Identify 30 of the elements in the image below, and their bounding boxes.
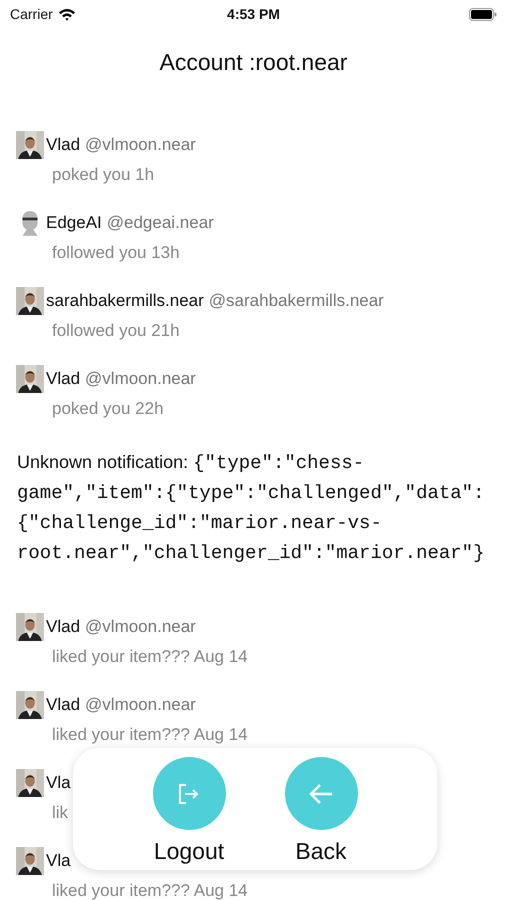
user-name: Vlad <box>46 617 80 637</box>
user-handle: @edgeai.near <box>106 213 214 233</box>
notification-text: poked you 22h <box>51 398 164 420</box>
clock-time: 4:53 PM <box>227 6 280 22</box>
user-handle: @vlmoon.near <box>85 695 196 715</box>
notification-text: liked your item??? Aug 14 <box>51 724 248 746</box>
user-handle: @vlmoon.near <box>85 135 196 155</box>
notification-text: followed you 21h <box>51 320 180 342</box>
user-name: Vla <box>46 851 71 871</box>
notification-text: Unknown notification: {"type":"chess-game","item":{"type":"challenged","data":{"challenge_id":"marior.near-vs-root.near","challenger_id":"marior.near"} <box>17 451 486 566</box>
carrier-label: Carrier <box>10 6 53 22</box>
back-arrow-icon <box>308 782 334 806</box>
logout-icon <box>177 782 201 804</box>
user-name: Vlad <box>46 369 80 389</box>
user-handle: @sarahbakermills.near <box>208 291 384 311</box>
user-name: Vla <box>46 773 71 793</box>
notification-text: lik <box>51 802 68 824</box>
user-handle: @vlmoon.near <box>85 369 196 389</box>
user-name: Vlad <box>46 135 80 155</box>
notification-text: liked your item??? Aug 14 <box>51 646 248 668</box>
wifi-icon <box>58 8 76 20</box>
page-title: Account :root.near <box>158 48 348 77</box>
user-name: sarahbakermills.near <box>46 291 204 311</box>
battery-icon <box>469 8 497 20</box>
notification-text: poked you 1h <box>51 164 154 186</box>
user-name: Vlad <box>46 695 80 715</box>
user-name: EdgeAI <box>46 213 102 233</box>
notification-text: liked your item??? Aug 14 <box>51 880 248 900</box>
notification-text: followed you 13h <box>51 242 180 264</box>
user-handle: @vlmoon.near <box>85 617 196 637</box>
